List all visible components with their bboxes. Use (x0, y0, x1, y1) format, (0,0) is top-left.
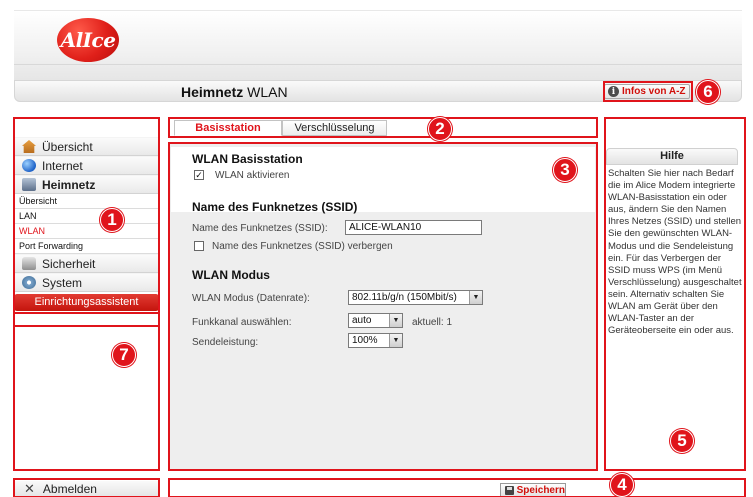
annotation-badge-5: 5 (670, 429, 694, 453)
annotation-badge-3: 3 (553, 158, 577, 182)
annotation-box-logout (13, 478, 160, 497)
header-divider (14, 64, 742, 65)
annotation-box-tabs (168, 117, 598, 138)
annotation-box-content (168, 142, 598, 471)
annotation-box-assistant (13, 312, 160, 327)
annotation-badge-6: 6 (696, 80, 720, 104)
annotation-badge-4: 4 (610, 473, 634, 497)
page-title: Heimnetz WLAN (181, 84, 288, 100)
page-title-section: Heimnetz (181, 84, 244, 100)
annotation-box-footer (168, 478, 746, 497)
header-band (14, 10, 742, 80)
annotation-badge-1: 1 (100, 208, 124, 232)
alice-logo: AlIce (57, 18, 119, 62)
annotation-badge-7: 7 (112, 343, 136, 367)
page-title-page: WLAN (247, 84, 288, 100)
annotation-box-sidebar (13, 117, 160, 471)
annotation-box-infos (603, 81, 693, 102)
annotation-badge-2: 2 (428, 117, 452, 141)
annotation-box-help (604, 117, 746, 471)
